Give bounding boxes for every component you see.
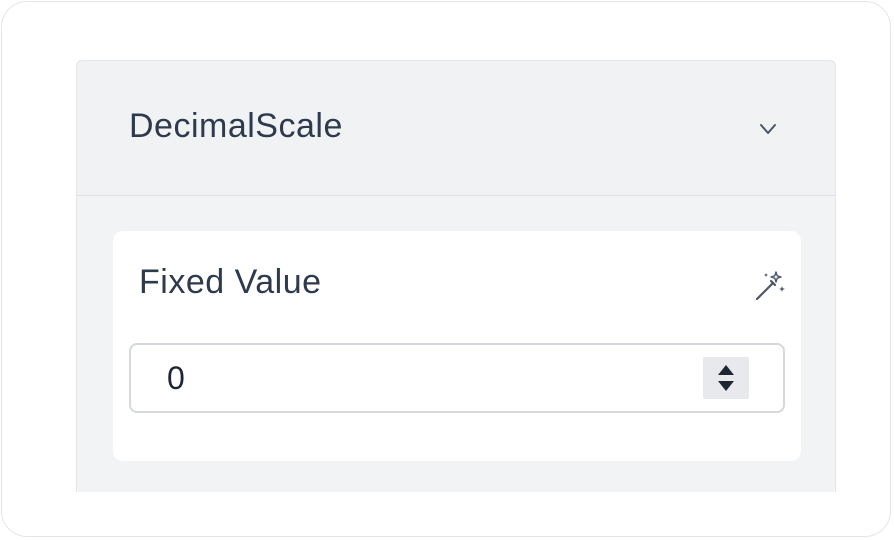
fixed-value-number[interactable]: 0 [167, 360, 185, 397]
panel-title: DecimalScale [129, 107, 343, 145]
fixed-value-card: Fixed Value 0 [113, 231, 801, 461]
fixed-value-label: Fixed Value [139, 263, 322, 301]
magic-wand-icon[interactable] [751, 269, 787, 305]
chevron-down-icon[interactable] [757, 118, 779, 140]
stepper-arrows-icon[interactable] [703, 357, 749, 399]
panel-header[interactable]: DecimalScale [77, 61, 835, 196]
widget-frame: DecimalScale Fixed Value 0 [1, 1, 891, 537]
fixed-value-input[interactable]: 0 [129, 343, 785, 413]
property-panel: DecimalScale Fixed Value 0 [76, 60, 836, 492]
